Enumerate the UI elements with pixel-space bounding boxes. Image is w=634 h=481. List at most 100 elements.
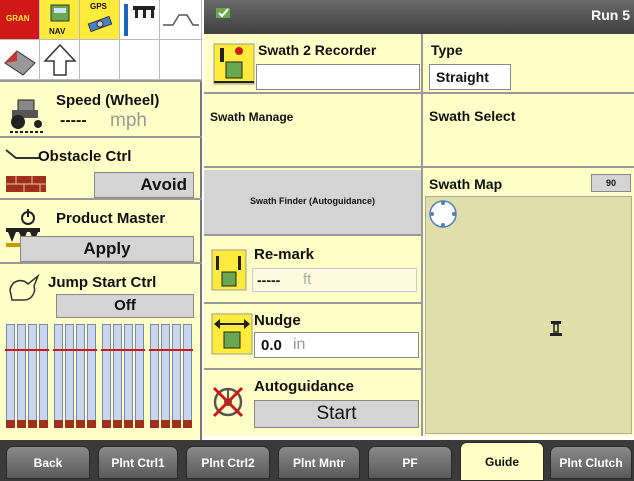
row-bar [27, 324, 38, 428]
tab-plnt-ctrl1[interactable]: Plnt Ctrl1 [98, 446, 178, 479]
power-icon [21, 209, 35, 225]
obstacle-section: Obstacle Ctrl Avoid [0, 140, 202, 200]
type-title: Type [431, 42, 463, 58]
row-bar [86, 324, 97, 428]
avoid-button[interactable]: Avoid [94, 172, 194, 198]
row-target-line [27, 349, 38, 351]
row-target-line [64, 349, 75, 351]
speed-section[interactable]: Speed (Wheel) ----- mph [0, 84, 202, 138]
row-bar [160, 324, 171, 428]
headland-indicator[interactable] [0, 40, 40, 80]
middle-panel: Swath 2 Recorder Swath Manage Swath Find… [204, 34, 421, 436]
type-section: Type Straight [423, 34, 634, 94]
implement-icon [124, 4, 155, 36]
tab-guide[interactable]: Guide [460, 442, 544, 481]
up-arrow-indicator[interactable] [40, 40, 80, 80]
row-bar [134, 324, 145, 428]
row-base [150, 420, 159, 428]
vehicle-marker-icon [550, 321, 562, 336]
jump-start-title: Jump Start Ctrl [48, 274, 157, 291]
right-panel: Type Straight Swath Select Swath Map 90 [421, 34, 634, 436]
swath-finder-button[interactable]: Swath Finder (Autoguidance) [204, 170, 421, 236]
remark-field[interactable]: ----- ft [252, 268, 417, 292]
swath-manage-label: Swath Manage [210, 110, 294, 124]
swath-recorder-title: Swath 2 Recorder [258, 42, 377, 58]
row-base [76, 420, 85, 428]
row-base [17, 420, 26, 428]
gps-indicator[interactable]: GPS [80, 0, 120, 40]
row-monitor [5, 324, 196, 436]
row-bar [5, 324, 16, 428]
row-target-line [160, 349, 171, 351]
obstacle-title: Obstacle Ctrl [38, 148, 132, 165]
row-bar [123, 324, 134, 428]
speed-value: ----- [60, 112, 87, 129]
row-base [172, 420, 181, 428]
row-base [183, 420, 192, 428]
row-base [6, 420, 15, 428]
tab-plnt-mntr[interactable]: Plnt Mntr [278, 446, 360, 479]
remark-value: ----- [257, 272, 281, 288]
bottom-tab-bar: Back Plnt Ctrl1 Plnt Ctrl2 Plnt Mntr PF … [0, 440, 634, 481]
row-bar [16, 324, 27, 428]
row-target-line [182, 349, 193, 351]
map-zoom-button[interactable]: 90 [591, 174, 631, 192]
row-bar [182, 324, 193, 428]
type-select[interactable]: Straight [429, 64, 511, 90]
row-base [28, 420, 37, 428]
swath-map-title: Swath Map [429, 176, 503, 192]
headland-icon [4, 50, 36, 76]
nav-indicator[interactable]: NAV [40, 0, 80, 40]
status-icons: GRAN NAV GPS [0, 0, 202, 82]
off-button[interactable]: Off [56, 294, 194, 318]
row-base [124, 420, 133, 428]
nudge-input[interactable]: 0.0 in [254, 332, 419, 358]
row-target-line [134, 349, 145, 351]
signal-check-icon [216, 8, 230, 18]
speed-title: Speed (Wheel) [56, 92, 160, 109]
row-target-line [101, 349, 112, 351]
brick-wall-icon [6, 176, 46, 192]
swath-recorder-icon [213, 43, 255, 85]
remark-section: Re-mark ----- ft [204, 238, 421, 304]
tab-plnt-clutch[interactable]: Plnt Clutch [550, 446, 632, 479]
row-target-line [86, 349, 97, 351]
start-button[interactable]: Start [254, 400, 419, 428]
nav-label: NAV [49, 27, 66, 36]
row-base [65, 420, 74, 428]
tab-back[interactable]: Back [6, 446, 90, 479]
tab-pf[interactable]: PF [368, 446, 452, 479]
nudge-icon [211, 313, 253, 355]
row-bar [64, 324, 75, 428]
swath-select-label: Swath Select [429, 108, 516, 124]
row-target-line [38, 349, 49, 351]
row-bar [101, 324, 112, 428]
row-target-line [171, 349, 182, 351]
satellite-icon [87, 15, 113, 33]
implement-indicator[interactable] [120, 0, 160, 40]
gran-indicator[interactable]: GRAN [0, 0, 40, 40]
row-target-line [53, 349, 64, 351]
row-target-line [75, 349, 86, 351]
row-base [54, 420, 63, 428]
swath-manage-section[interactable]: Swath Manage [204, 96, 421, 168]
autoguidance-section: Autoguidance Start [204, 372, 421, 436]
swath-recorder-input[interactable] [256, 64, 420, 90]
compass-icon [429, 200, 457, 228]
row-target-line [123, 349, 134, 351]
row-base [102, 420, 111, 428]
row-base [113, 420, 122, 428]
tab-plnt-ctrl2[interactable]: Plnt Ctrl2 [186, 446, 270, 479]
swath-finder-label: Swath Finder (Autoguidance) [250, 196, 375, 206]
row-base [39, 420, 48, 428]
apply-button[interactable]: Apply [20, 236, 194, 262]
terrain-indicator[interactable] [160, 0, 202, 40]
obstacle-line-icon [5, 149, 40, 159]
swath-select-section[interactable]: Swath Select [423, 96, 634, 168]
left-panel: GRAN NAV GPS Speed (Wheel) ----- mph Obs… [0, 0, 202, 440]
autoguidance-title: Autoguidance [254, 378, 354, 395]
swath-map-canvas[interactable] [425, 196, 632, 434]
run-label: Run 5 [591, 7, 630, 23]
row-bar [112, 324, 123, 428]
status-empty-1 [80, 40, 120, 80]
